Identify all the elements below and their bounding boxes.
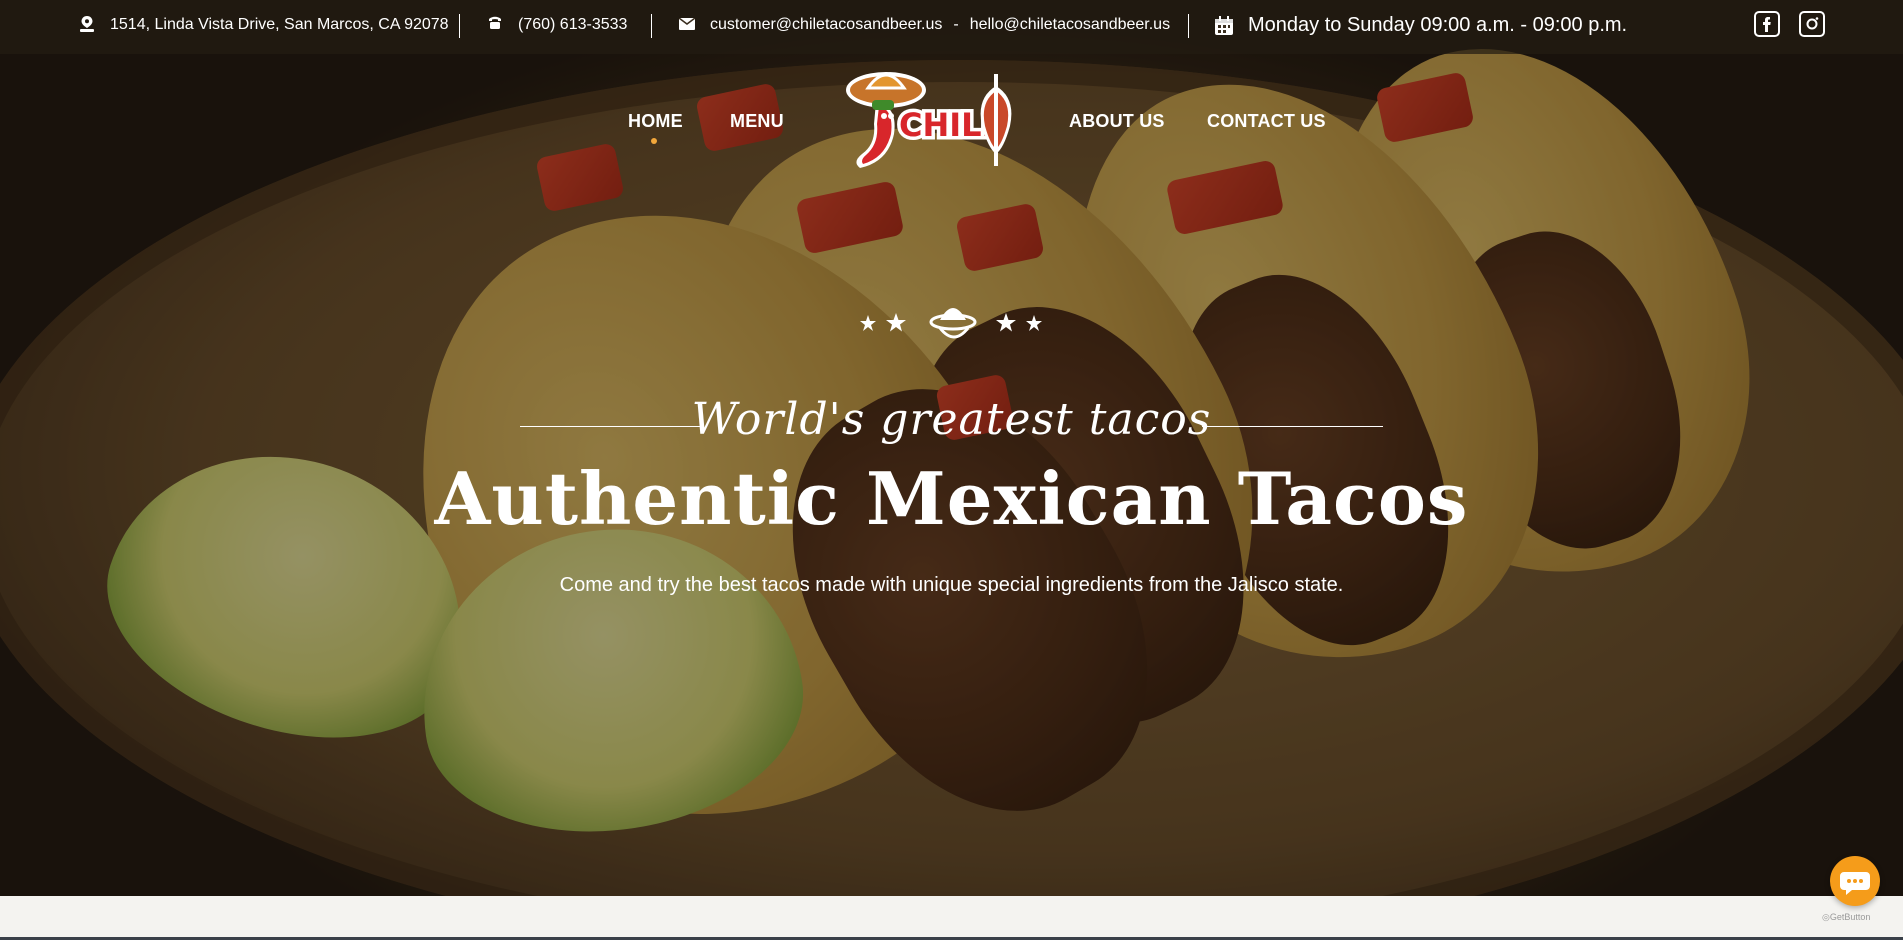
email-separator: - <box>953 16 959 33</box>
email-primary-link[interactable]: customer@chiletacosandbeer.us <box>710 16 942 34</box>
phone-icon <box>486 16 504 34</box>
nav-about-link[interactable]: ABOUT US <box>1069 111 1165 132</box>
getbutton-logo-icon: ◎ <box>1822 912 1830 922</box>
address-text: 1514, Linda Vista Drive, San Marcos, CA … <box>110 16 449 33</box>
address-info: 1514, Linda Vista Drive, San Marcos, CA … <box>78 16 449 34</box>
nav-active-indicator <box>651 138 657 144</box>
nav-home-link[interactable]: HOME <box>628 111 683 132</box>
getbutton-credit-text[interactable]: GetButton <box>1830 912 1871 922</box>
nav-menu-link[interactable]: MENU <box>730 111 784 132</box>
instagram-icon[interactable] <box>1799 11 1825 37</box>
nav-contact-link[interactable]: CONTACT US <box>1207 111 1326 132</box>
hours-text: Monday to Sunday 09:00 a.m. - 09:00 p.m. <box>1248 14 1628 36</box>
email-secondary-link[interactable]: hello@chiletacosandbeer.us <box>970 16 1170 34</box>
chat-bubble-icon <box>1840 872 1870 895</box>
sombrero-stars-ornament <box>858 300 1048 350</box>
phone-text[interactable]: (760) 613-3533 <box>518 16 627 34</box>
hero-subtitle: Come and try the best tacos made with un… <box>559 574 1344 596</box>
calendar-icon <box>1214 15 1234 36</box>
chat-widget-button[interactable] <box>1830 856 1880 906</box>
chile-logo[interactable]: CHILE CHILE <box>836 64 1020 176</box>
next-section-strip <box>0 896 1903 940</box>
page: 1514, Linda Vista Drive, San Marcos, CA … <box>0 0 1903 940</box>
envelope-icon <box>678 16 696 34</box>
hero-title: Authentic Mexican Tacos <box>434 456 1469 541</box>
hours-info: Monday to Sunday 09:00 a.m. - 09:00 p.m. <box>1214 14 1627 37</box>
top-info-bar: 1514, Linda Vista Drive, San Marcos, CA … <box>0 0 1903 54</box>
phone-info[interactable]: (760) 613-3533 <box>486 16 627 34</box>
getbutton-credit-link[interactable]: ◎GetButton <box>1822 912 1870 923</box>
location-pin-icon <box>78 16 96 34</box>
hero-tagline: World's greatest tacos <box>691 394 1212 445</box>
facebook-icon[interactable] <box>1754 11 1780 37</box>
email-info: customer@chiletacosandbeer.us - hello@ch… <box>678 16 1170 34</box>
